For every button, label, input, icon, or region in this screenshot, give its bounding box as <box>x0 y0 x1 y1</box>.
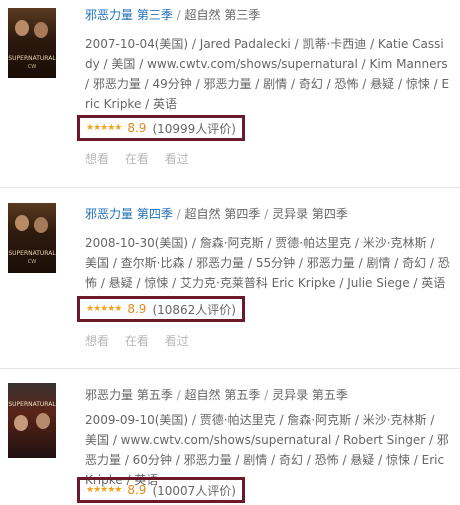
alt-title: 超自然 第四季 <box>184 207 261 221</box>
poster-image[interactable]: SUPERNATURAL CW <box>8 203 56 273</box>
poster-logo: CW <box>27 64 37 70</box>
poster-face <box>14 415 28 431</box>
rating-highlight: ★★★★★ 8.9 (10862人评价) <box>77 296 245 322</box>
divider <box>0 368 460 369</box>
poster-face <box>36 413 50 429</box>
item-actions: 想看 在看 看过 <box>85 332 201 349</box>
want-to-watch-button[interactable]: 想看 <box>85 334 109 348</box>
title-link[interactable]: 邪恶力量 第四季 <box>85 207 173 221</box>
poster-face <box>15 215 29 231</box>
title-separator: / <box>264 207 269 221</box>
poster-title: SUPERNATURAL <box>8 250 56 257</box>
poster-face <box>34 22 48 38</box>
rating-score: 8.9 <box>127 121 147 135</box>
title-separator: / <box>176 207 181 221</box>
star-rating-icon: ★★★★★ <box>86 304 122 314</box>
item-meta: 2007-10-04(美国) / Jared Padalecki / 凯蒂·卡西… <box>85 37 450 111</box>
watched-button[interactable]: 看过 <box>165 334 189 348</box>
poster-image[interactable]: SUPERNATURAL CW <box>8 8 56 78</box>
rating-highlight: ★★★★★ 8.9 (10999人评价) <box>77 115 245 141</box>
rating-votes[interactable]: (10999人评价) <box>152 120 236 137</box>
alt-title: 超自然 第三季 <box>184 8 261 22</box>
item-meta: 2008-10-30(美国) / 詹森·阿克斯 / 贾德·帕达里克 / 米沙·克… <box>85 236 450 290</box>
divider <box>0 187 460 188</box>
poster-image[interactable]: SUPERNATURAL <box>8 383 56 458</box>
rating-score: 8.9 <box>127 483 147 497</box>
poster-logo: CW <box>27 259 37 265</box>
title-separator: / <box>264 388 269 402</box>
want-to-watch-button[interactable]: 想看 <box>85 152 109 166</box>
poster-face <box>34 217 48 233</box>
star-rating-icon: ★★★★★ <box>86 485 122 495</box>
rating-votes[interactable]: (10862人评价) <box>152 301 236 318</box>
item-title: 邪恶力量 第四季 / 超自然 第四季 / 灵异录 第四季 <box>85 205 348 222</box>
star-rating-icon: ★★★★★ <box>86 123 122 133</box>
title-separator: / <box>176 8 181 22</box>
rating-score: 8.9 <box>127 302 147 316</box>
alt-title: 灵异录 第五季 <box>272 388 348 402</box>
title-link[interactable]: 邪恶力量 第三季 <box>85 8 173 22</box>
poster-face <box>15 20 29 36</box>
poster-title: SUPERNATURAL <box>8 55 56 62</box>
watched-button[interactable]: 看过 <box>165 152 189 166</box>
title-separator: / <box>176 388 181 402</box>
rating-votes[interactable]: (10007人评价) <box>152 482 236 499</box>
watching-button[interactable]: 在看 <box>125 152 149 166</box>
rating-highlight: ★★★★★ 8.9 (10007人评价) <box>77 477 245 503</box>
poster-title: SUPERNATURAL <box>8 401 56 408</box>
item-title: 邪恶力量 第三季 / 超自然 第三季 <box>85 6 260 23</box>
watching-button[interactable]: 在看 <box>125 334 149 348</box>
alt-title: 灵异录 第四季 <box>272 207 348 221</box>
item-actions: 想看 在看 看过 <box>85 150 201 167</box>
item-title: 邪恶力量 第五季 / 超自然 第五季 / 灵异录 第五季 <box>85 386 348 403</box>
alt-title: 超自然 第五季 <box>184 388 261 402</box>
title-link[interactable]: 邪恶力量 第五季 <box>85 388 173 402</box>
